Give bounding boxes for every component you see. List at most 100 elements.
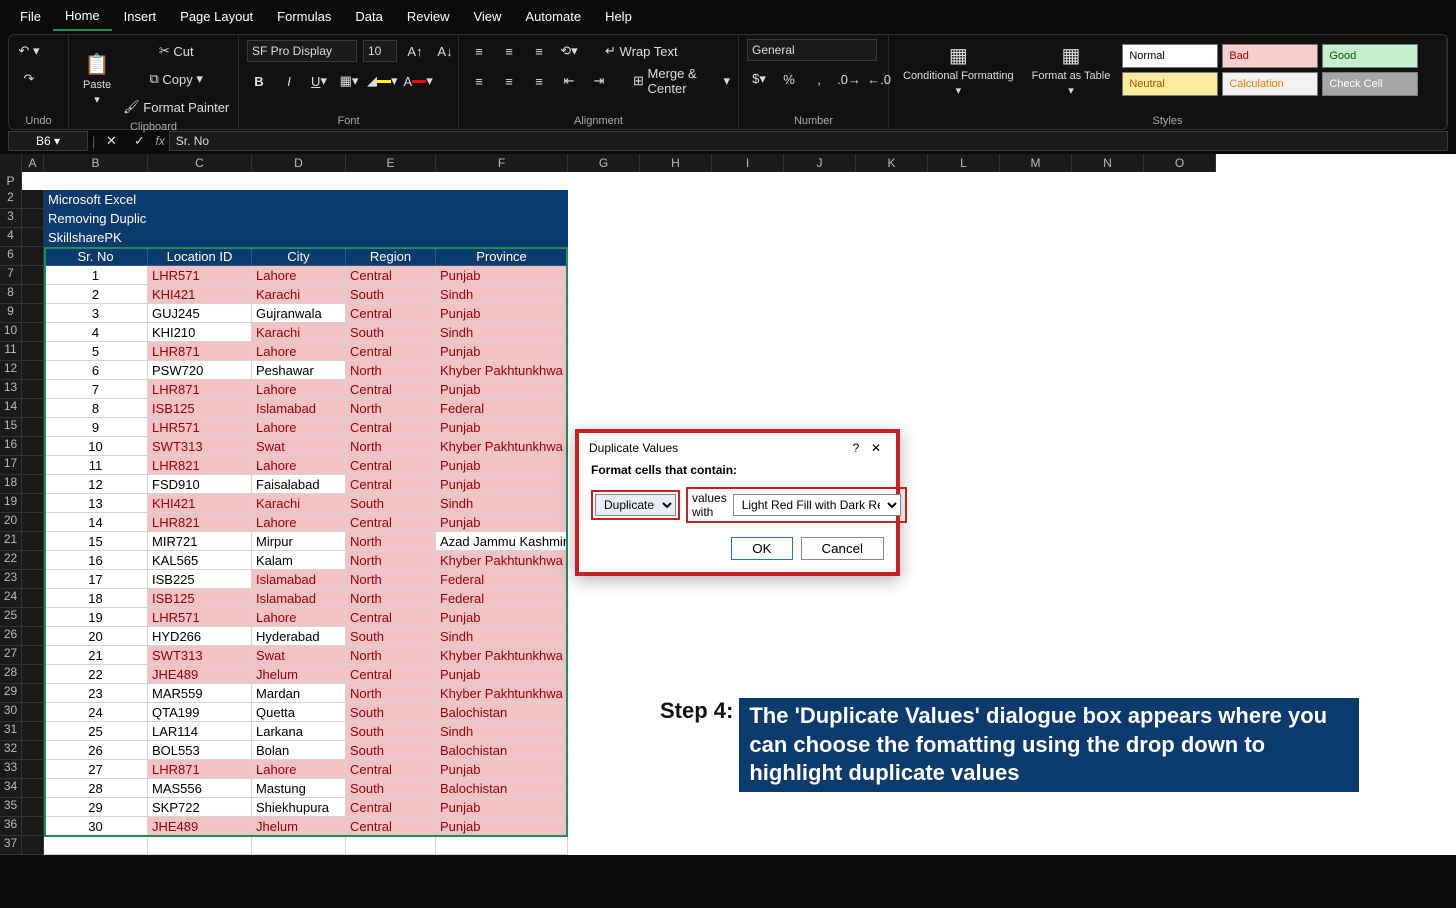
cell-region[interactable]: Central [346, 817, 436, 836]
cell[interactable] [252, 190, 346, 209]
cell-sr[interactable]: 6 [44, 361, 148, 380]
font-name-select[interactable] [247, 40, 357, 62]
cell[interactable] [22, 760, 44, 779]
cell-location[interactable]: PSW720 [148, 361, 252, 380]
cell[interactable] [22, 798, 44, 817]
row-header[interactable]: 2 [0, 190, 22, 209]
menu-insert[interactable]: Insert [112, 3, 169, 30]
style-normal[interactable]: Normal [1122, 44, 1218, 68]
style-neutral[interactable]: Neutral [1122, 72, 1218, 96]
cell-region[interactable]: North [346, 361, 436, 380]
cell-location[interactable]: HYD266 [148, 627, 252, 646]
cell-region[interactable]: Central [346, 266, 436, 285]
row-header[interactable]: 30 [0, 703, 22, 722]
cell-city[interactable]: Kalam [252, 551, 346, 570]
row-header[interactable]: 14 [0, 399, 22, 418]
cell-location[interactable]: LHR821 [148, 513, 252, 532]
col-header[interactable]: D [252, 154, 346, 172]
close-button[interactable]: ✕ [866, 441, 886, 455]
row-header[interactable]: 37 [0, 836, 22, 855]
cell-location[interactable]: LHR871 [148, 342, 252, 361]
cell-sr[interactable]: 22 [44, 665, 148, 684]
align-left-button[interactable]: ≡ [467, 69, 491, 93]
cell-city[interactable]: Jhelum [252, 665, 346, 684]
italic-button[interactable]: I [277, 69, 301, 93]
menu-automate[interactable]: Automate [513, 3, 593, 30]
decrease-indent-button[interactable]: ⇤ [557, 69, 581, 93]
cell-province[interactable]: Khyber Pakhtunkhwa [436, 684, 568, 703]
cut-button[interactable]: ✂ Cut [123, 39, 229, 63]
style-good[interactable]: Good [1322, 44, 1418, 68]
cell[interactable] [22, 285, 44, 304]
cell[interactable] [22, 209, 44, 228]
cell[interactable] [22, 418, 44, 437]
cell[interactable] [22, 703, 44, 722]
cell-location[interactable]: SKP722 [148, 798, 252, 817]
cell-location[interactable]: FSD910 [148, 475, 252, 494]
cell-sr[interactable]: 14 [44, 513, 148, 532]
cell-sr[interactable]: 9 [44, 418, 148, 437]
cell-location[interactable]: LHR871 [148, 760, 252, 779]
merge-center-button[interactable]: ⊞ Merge & Center ▾ [633, 69, 730, 93]
cell-sr[interactable]: 7 [44, 380, 148, 399]
cell-sr[interactable]: 11 [44, 456, 148, 475]
cell-city[interactable]: Karachi [252, 323, 346, 342]
cell-city[interactable]: Lahore [252, 266, 346, 285]
cell-province[interactable]: Azad Jammu Kashmir [436, 532, 568, 551]
cell-region[interactable]: North [346, 399, 436, 418]
row-header[interactable]: 8 [0, 285, 22, 304]
row-header[interactable]: 31 [0, 722, 22, 741]
spreadsheet[interactable]: ABCDEFGHIJKLMNOP 2Microsoft Excel3Removi… [0, 154, 1456, 855]
cell-region[interactable]: Central [346, 380, 436, 399]
cell[interactable] [436, 228, 568, 247]
cell-region[interactable]: South [346, 722, 436, 741]
cell-city[interactable]: Mardan [252, 684, 346, 703]
cell-region[interactable]: Central [346, 342, 436, 361]
align-center-button[interactable]: ≡ [497, 69, 521, 93]
cell-region[interactable]: North [346, 551, 436, 570]
cell[interactable] [148, 836, 252, 855]
table-header[interactable]: Sr. No [44, 247, 148, 266]
row-header[interactable]: 32 [0, 741, 22, 760]
menu-page-layout[interactable]: Page Layout [168, 3, 265, 30]
cell-city[interactable]: Larkana [252, 722, 346, 741]
col-header[interactable]: H [640, 154, 712, 172]
row-header[interactable]: 9 [0, 304, 22, 323]
cell-location[interactable]: KHI210 [148, 323, 252, 342]
row-header[interactable]: 16 [0, 437, 22, 456]
row-header[interactable]: 36 [0, 817, 22, 836]
cell-sr[interactable]: 2 [44, 285, 148, 304]
cell-region[interactable]: Central [346, 513, 436, 532]
cell-region[interactable]: North [346, 646, 436, 665]
format-select[interactable]: Light Red Fill with Dark Red Text [733, 494, 901, 516]
cell-province[interactable]: Sindh [436, 323, 568, 342]
cell-province[interactable]: Khyber Pakhtunkhwa [436, 646, 568, 665]
cell-province[interactable]: Federal [436, 399, 568, 418]
row-header[interactable]: 12 [0, 361, 22, 380]
cell[interactable] [252, 836, 346, 855]
cell-city[interactable]: Lahore [252, 760, 346, 779]
cell-location[interactable]: LHR571 [148, 608, 252, 627]
table-header[interactable]: Location ID [148, 247, 252, 266]
format-as-table-button[interactable]: ▦ Format as Table▾ [1026, 39, 1117, 101]
cell-location[interactable]: ISB125 [148, 589, 252, 608]
cell-city[interactable]: Lahore [252, 513, 346, 532]
col-header[interactable]: L [928, 154, 1000, 172]
cell-sr[interactable]: 13 [44, 494, 148, 513]
row-header[interactable]: 34 [0, 779, 22, 798]
cell-region[interactable]: North [346, 684, 436, 703]
cell[interactable] [346, 228, 436, 247]
cell-city[interactable]: Lahore [252, 418, 346, 437]
row-header[interactable]: 11 [0, 342, 22, 361]
accounting-format-button[interactable]: $▾ [747, 67, 771, 91]
cell-province[interactable]: Punjab [436, 418, 568, 437]
cell[interactable] [22, 437, 44, 456]
row-header[interactable]: 25 [0, 608, 22, 627]
align-middle-button[interactable]: ≡ [497, 39, 521, 63]
format-painter-button[interactable]: 🖌 Format Painter [123, 95, 229, 119]
cell[interactable] [22, 399, 44, 418]
wrap-text-button[interactable]: ↵ Wrap Text [605, 39, 678, 63]
cell-location[interactable]: MAR559 [148, 684, 252, 703]
menu-review[interactable]: Review [395, 3, 462, 30]
row-header[interactable]: 27 [0, 646, 22, 665]
